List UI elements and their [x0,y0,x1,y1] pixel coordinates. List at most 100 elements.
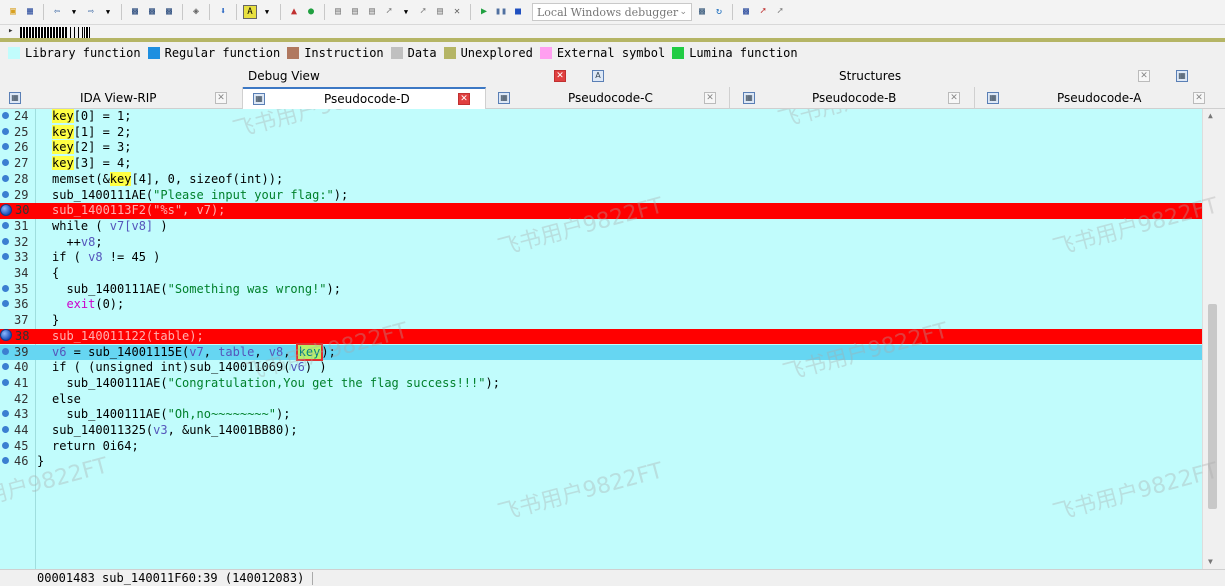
close-icon[interactable]: ✕ [1193,92,1205,104]
close-icon[interactable]: ✕ [450,5,464,19]
breakpoint-marker-icon[interactable] [2,410,9,418]
code-line[interactable]: 27 key[3] = 4; [0,156,1202,172]
code-line[interactable]: 24 key[0] = 1; [0,109,1202,125]
breakpoint-marker-icon[interactable] [2,347,9,355]
scroll-down-icon[interactable]: ▼ [1208,557,1217,566]
pin-icon[interactable]: ➚ [416,5,430,19]
current-line[interactable]: 39 v6 = sub_14001115E(v7, table, v8, key… [0,342,1202,361]
breakpoint-marker-icon[interactable] [2,253,9,261]
code-line[interactable]: 36 exit(0); [0,297,1202,313]
dropdown-arrow-icon[interactable]: ▼ [399,5,413,19]
breakpoint-marker-icon[interactable] [2,441,9,449]
code-line[interactable]: 29 sub_1400111AE("Please input your flag… [0,188,1202,204]
tab-pseudocode-a[interactable]: ▦ Pseudocode-A ✕ [975,87,1222,109]
flowchart-icon[interactable]: ▤ [348,5,362,19]
code-line[interactable]: 31 while ( v7[v8] ) [0,219,1202,235]
tab-pseudocode-c[interactable]: ▦ Pseudocode-C ✕ [486,87,730,109]
close-icon[interactable]: ✕ [704,92,716,104]
scrollbar-thumb[interactable] [1208,304,1217,509]
close-icon[interactable]: ✕ [948,92,960,104]
breakpoint-marker-icon[interactable] [2,127,9,135]
legend-item: External symbol [539,46,665,60]
breakpoint-line[interactable]: 30 sub_1400113F2("%s", v7); [0,203,1202,219]
code-line[interactable]: 25 key[1] = 2; [0,124,1202,141]
tab-pseudocode-d[interactable]: ▦ Pseudocode-D ✕ [243,87,486,109]
flowchart-icon[interactable]: ▤ [365,5,379,19]
step-into-icon[interactable]: ▩ [739,5,753,19]
save-icon[interactable]: ▦ [23,5,37,19]
graph-icon[interactable]: ▲ [287,5,301,19]
tab-label: Pseudocode-C [568,91,653,105]
breakpoint-marker-icon[interactable] [2,143,9,151]
pseudocode-icon: ▦ [498,92,510,104]
breakpoint-marker-icon[interactable] [2,426,9,433]
code-line[interactable]: 34 { [0,266,1202,282]
tab-structures[interactable]: A Structures ✕ ▦ [586,65,1222,87]
code-line[interactable]: 41 sub_1400111AE("Congratulation,You get… [0,376,1202,392]
pause-icon[interactable]: ▮▮ [494,5,508,19]
ascii-icon[interactable]: A [243,5,257,19]
code-line[interactable]: 44 sub_140011325(v3, &unk_14001BB80); [0,423,1202,439]
vertical-scrollbar[interactable]: ▲ ▼ [1202,109,1222,569]
run-to-cursor-icon[interactable]: ➚ [773,5,787,19]
breakpoint-marker-icon[interactable] [2,174,9,182]
breakpoint-marker-icon[interactable] [2,237,9,245]
code-line[interactable]: 37 } [0,313,1202,329]
refresh-icon[interactable]: ↻ [712,5,726,19]
binary-icon[interactable]: ▩ [128,5,142,19]
tab-ida-view-rip[interactable]: ▦ IDA View-RIP ✕ [0,87,243,109]
tab-debug-view[interactable]: Debug View ✕ [0,65,572,87]
dropdown-arrow-icon[interactable]: ▼ [260,5,274,19]
breakpoint-marker-icon[interactable] [2,363,9,371]
tab-pseudocode-b[interactable]: ▦ Pseudocode-B ✕ [730,87,975,109]
active-breakpoint-icon[interactable] [0,329,12,342]
breakpoint-line[interactable]: 38 sub_140011122(table); [0,328,1202,345]
step-over-icon[interactable]: ➚ [756,5,770,19]
line-number: 44 [2,423,34,439]
breakpoint-marker-icon[interactable] [2,300,9,308]
code-line[interactable]: 28 memset(&key[4], 0, sizeof(int)); [0,171,1202,188]
pointer-icon[interactable]: ➚ [382,5,396,19]
code-line[interactable]: 33 if ( v8 != 45 ) [0,250,1202,266]
dropdown-arrow-icon[interactable]: ▼ [101,5,115,19]
forward-arrow-icon[interactable]: ⇨ [84,5,98,19]
pseudocode-editor[interactable]: 24 key[0] = 1; 25 key[1] = 2; 26 key[2] … [0,109,1222,569]
breakpoint-marker-icon[interactable] [2,112,9,119]
code-line[interactable]: 40 if ( (unsigned int)sub_140011069(v6) … [0,360,1202,376]
chart-icon[interactable]: ▤ [433,5,447,19]
dropdown-arrow-icon[interactable]: ▼ [67,5,81,19]
jump-down-icon[interactable]: ⬇ [216,5,230,19]
play-icon[interactable]: ▶ [477,5,491,19]
green-circle-icon[interactable]: ● [304,5,318,19]
code-line[interactable]: 45 return 0i64; [0,439,1202,455]
breakpoint-marker-icon[interactable] [2,378,9,386]
cross-reference-icon[interactable]: ◈ [189,5,203,19]
highlighted-key-variable[interactable]: key [295,342,324,361]
breakpoint-marker-icon[interactable] [2,457,9,465]
back-arrow-icon[interactable]: ⇦ [50,5,64,19]
code-line[interactable]: 35 sub_1400111AE("Something was wrong!")… [0,282,1202,298]
close-icon[interactable]: ✕ [458,93,470,105]
open-folder-icon[interactable]: ▣ [6,5,20,19]
breakpoint-marker-icon[interactable] [2,190,9,198]
breakpoint-marker-icon[interactable] [2,284,9,292]
stop-icon[interactable]: ■ [511,5,525,19]
close-icon[interactable]: ✕ [1138,70,1150,82]
close-icon[interactable]: ✕ [215,92,227,104]
code-line[interactable]: 43 sub_1400111AE("Oh,no~~~~~~~~"); [0,407,1202,423]
scroll-up-icon[interactable]: ▲ [1208,111,1217,120]
code-line[interactable]: 42 else [0,392,1202,408]
debugger-select[interactable]: Local Windows debugger ⌄ [532,3,692,21]
code-line[interactable]: 46 } [0,454,1202,470]
binary-search-icon[interactable]: ▩ [145,5,159,19]
close-icon[interactable]: ✕ [554,70,566,82]
debug-options-icon[interactable]: ▩ [695,5,709,19]
text-search-icon[interactable]: ▩ [162,5,176,19]
structures-tab-icon[interactable]: ▦ [1176,70,1188,82]
code-line[interactable]: 26 key[2] = 3; [0,140,1202,156]
code-line[interactable]: 32 ++v8; [0,235,1202,251]
active-breakpoint-icon[interactable] [0,203,12,216]
flowchart-icon[interactable]: ▤ [331,5,345,19]
breakpoint-marker-icon[interactable] [2,159,9,167]
breakpoint-marker-icon[interactable] [2,221,9,229]
